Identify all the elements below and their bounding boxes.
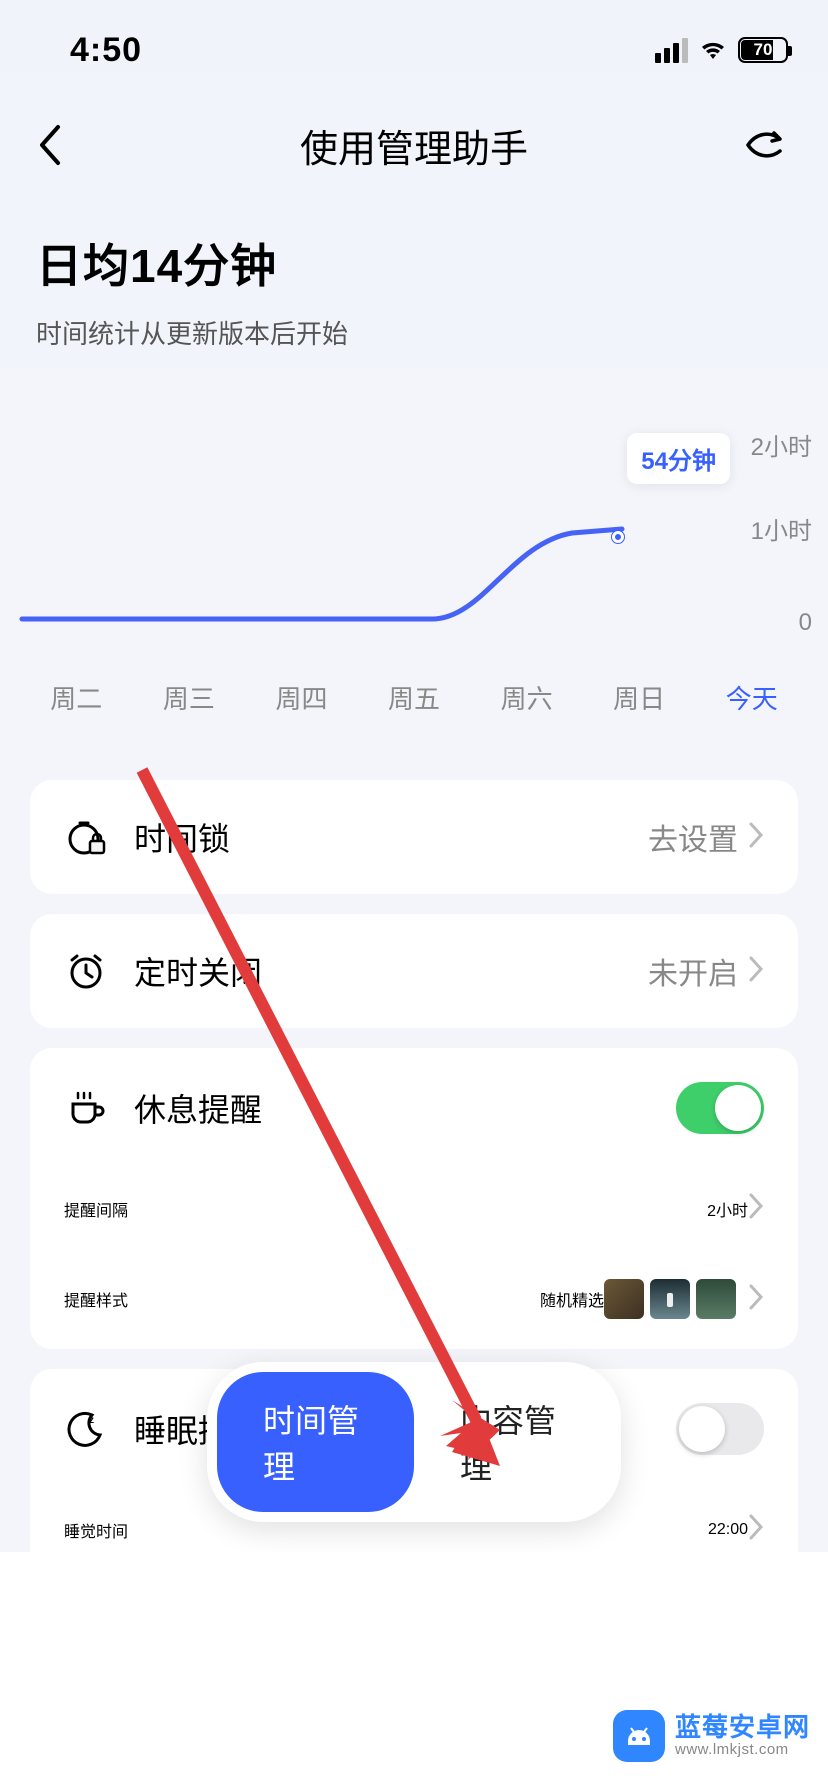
day-thu[interactable]: 周四 (245, 679, 358, 716)
tab-time-management[interactable]: 时间管理 (217, 1372, 414, 1512)
time-lock-value: 去设置 (648, 815, 738, 859)
rest-reminder-label: 休息提醒 (134, 1085, 676, 1131)
alarm-clock-icon (64, 951, 108, 991)
svg-text:z: z (89, 1415, 94, 1426)
reminder-interval-value: 2小时 (707, 1197, 748, 1221)
reminder-style-row[interactable]: 提醒样式 随机精选 (30, 1255, 798, 1349)
chart-point-today (612, 531, 624, 543)
status-icons: 70 (655, 37, 788, 63)
wifi-icon (698, 38, 728, 62)
day-wed[interactable]: 周三 (133, 679, 246, 716)
watermark-badge-icon (613, 1710, 665, 1762)
chart-tooltip: 54分钟 (627, 433, 730, 484)
cellular-icon (655, 38, 688, 63)
sleep-time-value: 22:00 (708, 1521, 748, 1539)
chevron-right-icon (748, 1513, 764, 1546)
back-button[interactable] (36, 123, 96, 167)
stopwatch-lock-icon (64, 817, 108, 857)
chevron-right-icon (748, 821, 764, 854)
day-tue[interactable]: 周二 (20, 679, 133, 716)
reminder-style-value: 随机精选 (540, 1287, 604, 1311)
watermark-url: www.lmkjst.com (675, 1742, 810, 1759)
chart-ylabel-1: 1小时 (751, 511, 812, 546)
time-lock-card[interactable]: 时间锁 去设置 (30, 780, 798, 894)
thumb-2 (650, 1279, 690, 1319)
battery-icon: 70 (738, 37, 788, 63)
timer-off-value: 未开启 (648, 949, 738, 993)
rest-reminder-toggle[interactable] (676, 1082, 764, 1134)
chart-line (12, 443, 652, 623)
sleep-reminder-toggle[interactable] (676, 1403, 764, 1455)
style-thumbnails (604, 1279, 736, 1319)
thumb-3 (696, 1279, 736, 1319)
usage-chart: 2小时 1小时 0 54分钟 (12, 441, 792, 651)
timer-off-label: 定时关闭 (134, 948, 648, 994)
chevron-right-icon (748, 1283, 764, 1316)
time-lock-label: 时间锁 (134, 814, 648, 860)
chevron-right-icon (748, 955, 764, 988)
status-bar: 4:50 70 (0, 0, 828, 90)
reminder-interval-label: 提醒间隔 (64, 1197, 707, 1221)
summary-title: 日均14分钟 (36, 230, 792, 296)
moon-icon: z (64, 1409, 108, 1449)
day-today[interactable]: 今天 (695, 679, 808, 716)
cup-icon (64, 1088, 108, 1128)
bottom-tabs: 时间管理 内容管理 (207, 1362, 621, 1522)
rest-reminder-card: 休息提醒 提醒间隔 2小时 提醒样式 随机精选 (30, 1048, 798, 1349)
thumb-1 (604, 1279, 644, 1319)
nav-header: 使用管理助手 (0, 90, 828, 200)
page-title: 使用管理助手 (300, 118, 528, 173)
summary-subtitle: 时间统计从更新版本后开始 (36, 314, 792, 351)
watermark: 蓝莓安卓网 www.lmkjst.com (613, 1710, 810, 1762)
watermark-title: 蓝莓安卓网 (675, 1713, 810, 1742)
tab-content-management[interactable]: 内容管理 (414, 1372, 611, 1512)
reminder-style-label: 提醒样式 (64, 1287, 540, 1311)
day-fri[interactable]: 周五 (358, 679, 471, 716)
summary-section: 日均14分钟 时间统计从更新版本后开始 (0, 200, 828, 351)
chart-ylabel-0: 0 (799, 609, 812, 637)
chart-days: 周二 周三 周四 周五 周六 周日 今天 (0, 651, 828, 716)
timer-off-card[interactable]: 定时关闭 未开启 (30, 914, 798, 1028)
reminder-interval-row[interactable]: 提醒间隔 2小时 (30, 1168, 798, 1255)
status-time: 4:50 (40, 31, 142, 70)
day-sat[interactable]: 周六 (470, 679, 583, 716)
chevron-right-icon (748, 1192, 764, 1225)
share-button[interactable] (732, 125, 792, 165)
chart-ylabel-2: 2小时 (751, 427, 812, 462)
day-sun[interactable]: 周日 (583, 679, 696, 716)
